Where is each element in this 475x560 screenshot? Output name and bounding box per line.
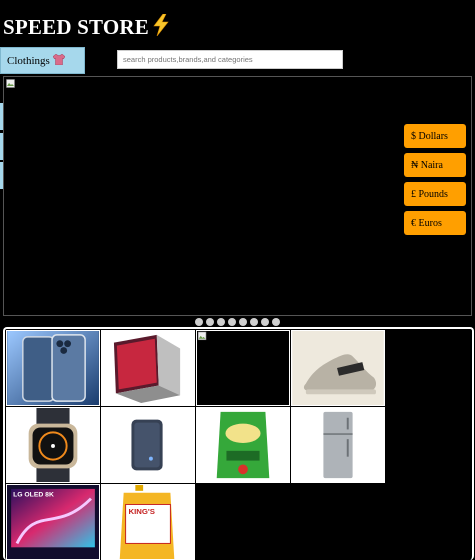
carousel-dot[interactable] <box>261 318 269 326</box>
site-header: SPEED STORE <box>3 12 170 42</box>
smartwatch-product-image[interactable] <box>6 407 100 483</box>
iphone-product-image[interactable] <box>6 330 100 406</box>
hero-carousel[interactable] <box>3 76 472 316</box>
lightning-icon <box>152 13 170 41</box>
currency-euros-button[interactable]: € Euros <box>404 211 466 235</box>
broken-product-image[interactable] <box>196 330 290 406</box>
carousel-indicators <box>195 318 280 326</box>
currency-pounds-button[interactable]: £ Pounds <box>404 182 466 206</box>
brand-title[interactable]: SPEED STORE <box>3 15 149 40</box>
refrigerator-product-image[interactable] <box>291 407 385 483</box>
blouse-icon <box>52 53 66 68</box>
carousel-dot[interactable] <box>217 318 225 326</box>
search-input[interactable] <box>117 50 343 69</box>
tv-product-image[interactable]: LG OLED 8K <box>6 484 100 560</box>
carousel-dot[interactable] <box>228 318 236 326</box>
oil-label-text: KING'S <box>129 507 155 516</box>
carousel-dot[interactable] <box>272 318 280 326</box>
rice-bag-product-image[interactable] <box>196 407 290 483</box>
category-label: Clothings <box>7 54 50 67</box>
carousel-dot[interactable] <box>250 318 258 326</box>
carousel-dot[interactable] <box>206 318 214 326</box>
carousel-dot[interactable] <box>195 318 203 326</box>
broken-image-icon <box>6 79 15 88</box>
sneaker-product-image[interactable] <box>291 330 385 406</box>
powerbank-product-image[interactable] <box>101 407 195 483</box>
laptop-product-image[interactable] <box>101 330 195 406</box>
currency-naira-button[interactable]: ₦ Naira <box>404 153 466 177</box>
oil-jerrycan-product-image[interactable]: KING'S <box>101 484 195 560</box>
carousel-dot[interactable] <box>239 318 247 326</box>
product-grid: LG OLED 8K KING'S <box>3 327 474 560</box>
clothings-category-button[interactable]: Clothings <box>0 47 85 74</box>
tv-logo-text: LG OLED 8K <box>13 492 54 499</box>
currency-dollars-button[interactable]: $ Dollars <box>404 124 466 148</box>
